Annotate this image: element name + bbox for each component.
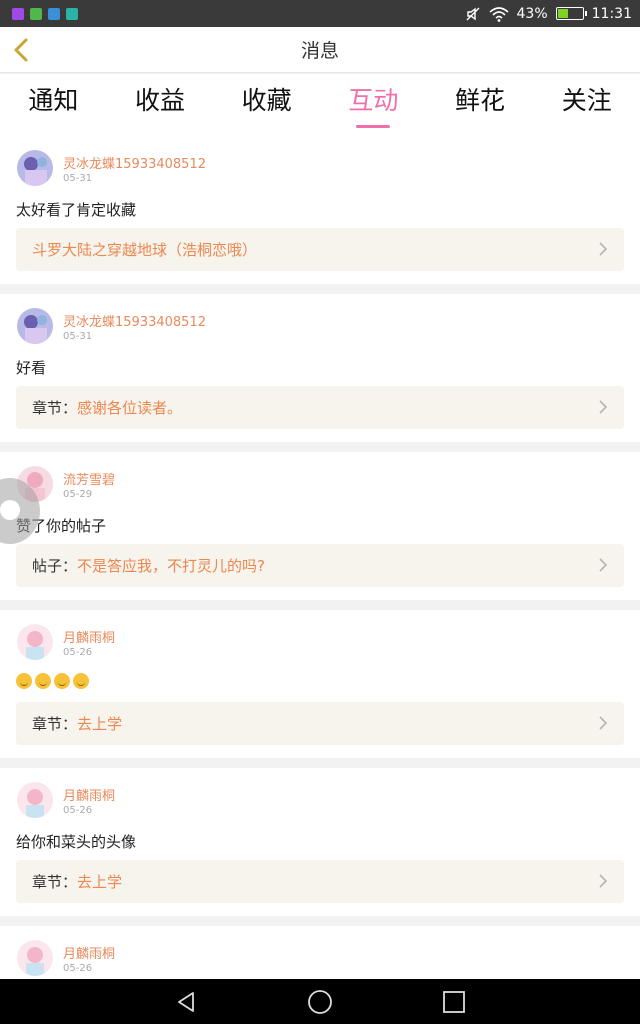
ref-label: 章节： (32, 399, 78, 417)
wifi-icon (488, 6, 509, 22)
clock: 11:31 (591, 5, 632, 22)
avatar[interactable] (17, 782, 53, 818)
nav-back-button[interactable] (172, 988, 200, 1016)
avatar[interactable] (17, 940, 53, 976)
nav-home-button[interactable] (306, 988, 334, 1016)
tab-bar: 通知 收益 收藏 互动 鲜花 关注 (0, 74, 640, 136)
avatar[interactable] (17, 308, 53, 344)
app-notification-icon (66, 7, 78, 20)
system-nav-bar (0, 979, 640, 1024)
chevron-right-icon (599, 716, 608, 730)
list-item[interactable]: 流芳雪碧 05-29 赞了你的帖子 帖子： 不是答应我，不打灵儿的吗? (0, 452, 640, 600)
avatar[interactable] (17, 150, 53, 186)
tab-flowers[interactable]: 鲜花 (427, 74, 534, 136)
reference-link[interactable]: 章节： 去上学 (16, 860, 624, 903)
tab-favorites[interactable]: 收藏 (213, 74, 320, 136)
ref-title: 不是答应我，不打灵儿的吗? (77, 557, 265, 575)
comment-text: 太好看了肯定收藏 (16, 201, 137, 219)
emoji-comment (16, 673, 89, 689)
item-date: 05-31 (63, 331, 93, 342)
interaction-list: 灵冰龙蝶15933408512 05-31 太好看了肯定收藏 斗罗大陆之穿越地球… (0, 136, 640, 979)
home-circle-icon (308, 989, 332, 1014)
user-name[interactable]: 灵冰龙蝶15933408512 (63, 153, 206, 172)
reference-link[interactable]: 章节： 去上学 (16, 702, 624, 745)
smile-emoji-icon (54, 673, 70, 689)
app-header: 消息 (0, 27, 640, 73)
ref-title: 感谢各位读者。 (77, 399, 183, 417)
ref-label: 章节： (32, 715, 78, 733)
list-item[interactable]: 月麟雨桐 05-26 章节： 去上学 (0, 610, 640, 758)
item-date: 05-26 (63, 963, 93, 974)
ref-title: 去上学 (77, 873, 123, 891)
smile-emoji-icon (73, 673, 89, 689)
user-name[interactable]: 灵冰龙蝶15933408512 (63, 311, 206, 330)
reference-link[interactable]: 斗罗大陆之穿越地球（浩桐恋哦） (16, 228, 624, 271)
battery-fill (557, 9, 568, 18)
back-chevron-icon[interactable] (10, 37, 32, 63)
ref-title: 去上学 (77, 715, 123, 733)
battery-percent: 43% (516, 5, 548, 22)
list-item[interactable]: 灵冰龙蝶15933408512 05-31 太好看了肯定收藏 斗罗大陆之穿越地球… (0, 136, 640, 284)
list-item[interactable]: 灵冰龙蝶15933408512 05-31 好看 章节： 感谢各位读者。 (0, 294, 640, 442)
status-right: 43% 11:31 (465, 6, 640, 22)
app-notification-icon (12, 7, 24, 20)
chevron-right-icon (599, 400, 608, 414)
nav-recent-button[interactable] (440, 988, 468, 1016)
item-date: 05-29 (63, 489, 93, 500)
comment-text: 好看 (16, 359, 47, 377)
user-name[interactable]: 月麟雨桐 (63, 943, 115, 962)
tab-earnings[interactable]: 收益 (107, 74, 214, 136)
chevron-right-icon (599, 874, 608, 888)
list-item[interactable]: 月麟雨桐 05-26 (0, 926, 640, 979)
ref-title: 斗罗大陆之穿越地球（浩桐恋哦） (32, 241, 258, 259)
item-date: 05-31 (63, 173, 93, 184)
ref-label: 章节： (32, 873, 78, 891)
mute-icon (466, 7, 480, 20)
status-bar: 43% 11:31 (0, 0, 640, 27)
app-notification-icon (30, 7, 42, 20)
user-name[interactable]: 月麟雨桐 (63, 627, 115, 646)
laughing-emoji-icon (35, 673, 51, 689)
chevron-right-icon (599, 242, 608, 256)
item-date: 05-26 (63, 647, 93, 658)
tab-notice[interactable]: 通知 (0, 74, 107, 136)
tab-interaction[interactable]: 互动 (320, 74, 427, 136)
recent-square-icon (443, 990, 465, 1013)
user-name[interactable]: 月麟雨桐 (63, 785, 115, 804)
back-triangle-icon (178, 991, 194, 1012)
comment-text: 给你和菜头的头像 (16, 833, 137, 851)
tab-follow[interactable]: 关注 (533, 74, 640, 136)
reference-link[interactable]: 帖子： 不是答应我，不打灵儿的吗? (16, 544, 624, 587)
app-notification-icon (48, 7, 60, 20)
battery-icon (555, 7, 587, 20)
user-name[interactable]: 流芳雪碧 (63, 469, 115, 488)
page-title: 消息 (300, 40, 339, 62)
laughing-emoji-icon (16, 673, 32, 689)
ref-label: 帖子： (32, 557, 78, 575)
chevron-right-icon (599, 558, 608, 572)
notification-icons (12, 7, 78, 20)
item-date: 05-26 (63, 805, 93, 816)
reference-link[interactable]: 章节： 感谢各位读者。 (16, 386, 624, 429)
avatar[interactable] (17, 624, 53, 660)
list-item[interactable]: 月麟雨桐 05-26 给你和菜头的头像 章节： 去上学 (0, 768, 640, 916)
